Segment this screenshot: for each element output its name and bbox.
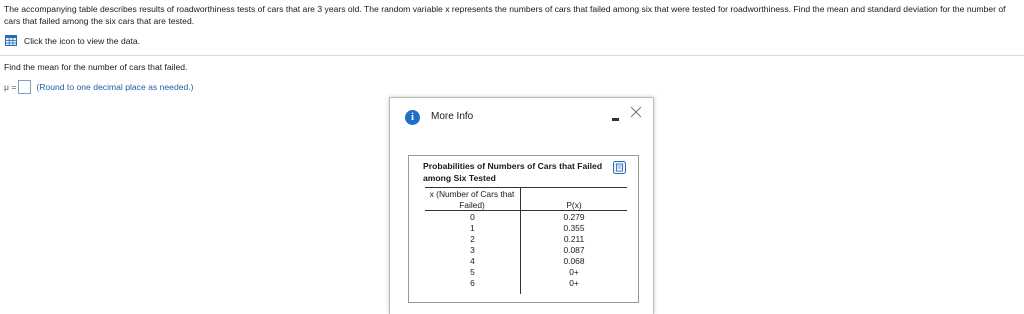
- cell-x: 1: [470, 223, 475, 233]
- cell-x: 4: [470, 256, 475, 266]
- question-text: The accompanying table describes results…: [4, 4, 1006, 26]
- table-top-rule: [425, 187, 627, 188]
- more-info-dialog: i More Info Probabilities of Numbers of …: [389, 97, 654, 314]
- probability-table-box: Probabilities of Numbers of Cars that Fa…: [408, 155, 639, 303]
- rounding-hint: (Round to one decimal place as needed.): [36, 82, 194, 92]
- copy-icon[interactable]: [613, 161, 626, 174]
- view-data-link[interactable]: Click the icon to view the data.: [5, 35, 140, 46]
- cell-px: 0.355: [563, 223, 585, 233]
- mean-answer-input[interactable]: [18, 80, 32, 94]
- dialog-header[interactable]: i More Info: [390, 98, 653, 136]
- header-x: x (Number of Cars that Failed): [429, 189, 515, 210]
- cell-px: 0.087: [563, 245, 585, 255]
- cell-x: 3: [470, 245, 475, 255]
- cell-px: 0.279: [563, 212, 585, 222]
- table-row: 6 0+: [425, 278, 627, 289]
- table-row: 0 0.279: [425, 212, 627, 223]
- cell-x: 5: [470, 267, 475, 277]
- section-divider: [0, 55, 1024, 56]
- header-px: P(x): [566, 200, 582, 210]
- cell-px: 0+: [569, 278, 579, 288]
- cell-x: 0: [470, 212, 475, 222]
- cell-x: 6: [470, 278, 475, 288]
- minimize-icon[interactable]: [612, 118, 619, 121]
- table-icon[interactable]: [5, 35, 17, 46]
- table-row: 3 0.087: [425, 245, 627, 256]
- cell-px: 0+: [569, 267, 579, 277]
- mu-label: μ =: [4, 82, 17, 92]
- table-row: 4 0.068: [425, 256, 627, 267]
- cell-px: 0.068: [563, 256, 585, 266]
- answer-row: μ = (Round to one decimal place as neede…: [4, 80, 194, 94]
- cell-x: 2: [470, 234, 475, 244]
- cell-px: 0.211: [563, 234, 585, 244]
- instruction-text: Find the mean for the number of cars tha…: [4, 62, 188, 72]
- view-data-label[interactable]: Click the icon to view the data.: [24, 36, 140, 46]
- table-row: 1 0.355: [425, 223, 627, 234]
- table-row: 2 0.211: [425, 234, 627, 245]
- info-icon: i: [405, 110, 420, 125]
- table-title: Probabilities of Numbers of Cars that Fa…: [423, 161, 603, 183]
- table-row: 5 0+: [425, 267, 627, 278]
- close-icon[interactable]: [630, 106, 642, 118]
- dialog-title: More Info: [431, 111, 474, 122]
